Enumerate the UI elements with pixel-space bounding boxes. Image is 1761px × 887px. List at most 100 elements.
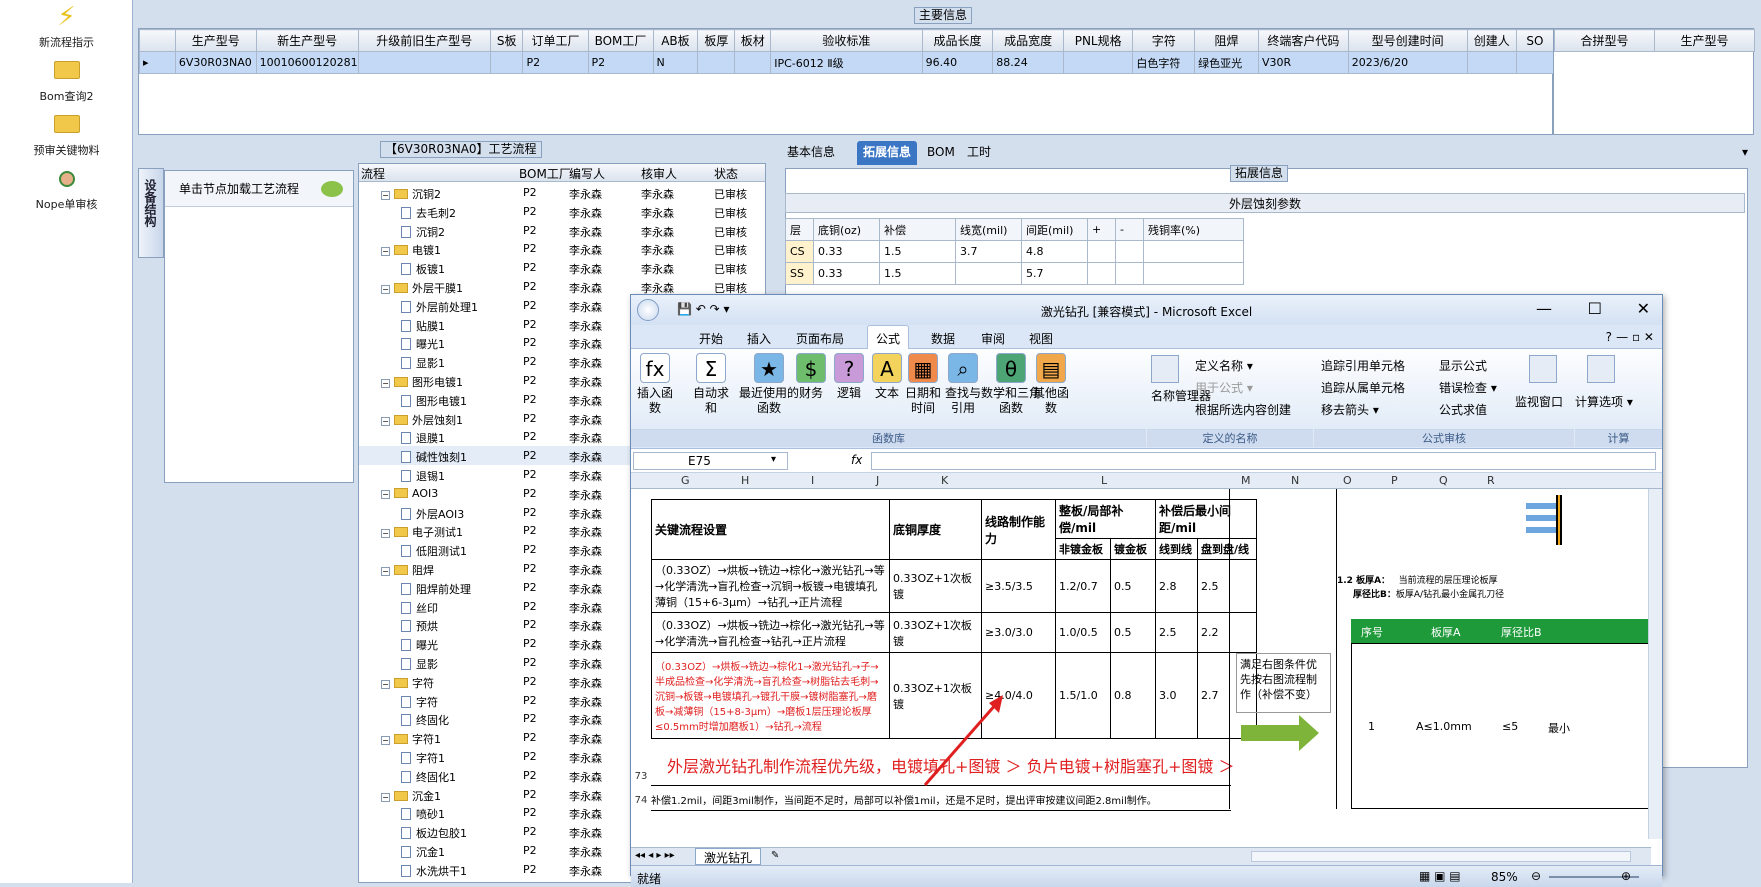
main-col-header[interactable]: 板厚 — [697, 29, 736, 52]
gold-cell[interactable]: 0.8 — [1110, 652, 1156, 739]
tree-node[interactable]: 曝光 — [401, 637, 438, 653]
trace-dependents-button[interactable]: 追踪从属单元格 — [1321, 379, 1405, 396]
tree-node[interactable]: − 外层干膜1 — [381, 280, 463, 296]
tree-node[interactable]: 预烘 — [401, 618, 438, 634]
main-cell[interactable]: P2 — [522, 51, 589, 74]
calc-options-icon[interactable] — [1587, 355, 1615, 383]
etch-cell[interactable]: 1.5 — [879, 240, 956, 263]
watch-window-button[interactable]: 监视窗口 — [1515, 393, 1563, 410]
close-icon[interactable]: ✕ — [1637, 299, 1650, 318]
zoom-level[interactable]: 85% — [1491, 870, 1518, 884]
device-structure-tab[interactable]: 设备结构 — [138, 168, 164, 258]
sidebar-item-new-flow[interactable]: ⚡ 新流程指示 — [0, 2, 133, 50]
tree-node[interactable]: − 沉金1 — [381, 788, 441, 804]
etch-col-header[interactable]: 层 — [785, 218, 814, 241]
column-header[interactable]: O — [1343, 474, 1352, 487]
column-header[interactable]: I — [811, 474, 814, 487]
side-note[interactable]: 满足右图条件优先按右图流程制作（补偿不变） — [1236, 653, 1331, 713]
collapse-icon[interactable]: − — [381, 285, 390, 294]
load-flow-header[interactable]: 单击节点加载工艺流程 — [165, 171, 353, 207]
tree-row[interactable]: 沉铜2 P2 李永森 李永森 已审核 — [359, 221, 765, 240]
name-box[interactable]: E75 — [633, 452, 788, 470]
tree-node[interactable]: − 外层蚀刻1 — [381, 412, 463, 428]
ribbon-button[interactable]: ▦ 日期和时间 — [901, 353, 945, 416]
main-cell[interactable] — [734, 51, 772, 74]
tree-node[interactable]: 显影1 — [401, 355, 445, 371]
column-header[interactable]: P — [1391, 474, 1398, 487]
etch-cell[interactable]: 0.33 — [813, 240, 880, 263]
right-cell-thickness[interactable]: A≤1.0mm — [1416, 720, 1472, 733]
capability-cell[interactable]: ≥3.0/3.0 — [981, 612, 1056, 653]
main-col-header[interactable]: 创建人 — [1466, 29, 1517, 52]
tree-node[interactable]: − 字符 — [381, 675, 434, 691]
tree-node[interactable]: 字符 — [401, 694, 438, 710]
etch-col-header[interactable]: - — [1115, 218, 1144, 241]
col-header-reviewer[interactable]: 核审人 — [641, 165, 677, 182]
minimize-icon[interactable]: — — [1536, 299, 1552, 318]
main-col-header[interactable]: 阻焊 — [1194, 29, 1259, 52]
use-in-formula-button[interactable]: 用于公式 ▾ — [1195, 379, 1253, 396]
tree-node[interactable]: 喷砂1 — [401, 806, 445, 822]
sidebar-item-nope-review[interactable]: Nope单审核 — [0, 164, 133, 212]
etch-col-header[interactable]: 间距(mil) — [1021, 218, 1088, 241]
capability-cell[interactable]: ≥3.5/3.5 — [981, 559, 1056, 613]
main-cell[interactable]: 绿色亚光 — [1194, 51, 1259, 74]
tree-node[interactable]: 退膜1 — [401, 430, 445, 446]
sidebar-item-bom-query[interactable]: Bom查询2 — [0, 56, 133, 104]
main-col-header[interactable]: SO — [1515, 29, 1555, 52]
ribbon-button[interactable]: ▤ 其他函数 — [1029, 353, 1073, 416]
tab-work-hours[interactable]: 工时 — [961, 141, 997, 165]
flow-cell[interactable]: （0.33OZ）→烘板→铣边→棕化→激光钻孔→等→化学清洗→盲孔检查→沉铜→板镀… — [651, 559, 890, 613]
tree-node[interactable]: − AOI3 — [381, 487, 438, 500]
tree-node[interactable]: − 电子测试1 — [381, 524, 463, 540]
main-cell[interactable]: P2 — [587, 51, 654, 74]
main-col-header[interactable]: S板 — [489, 29, 524, 52]
main-cell[interactable]: 88.24 — [992, 51, 1064, 74]
collapse-icon[interactable]: − — [381, 416, 390, 426]
main-cell[interactable]: IPC-6012 Ⅱ级 — [770, 51, 923, 74]
tree-row[interactable]: − 沉铜2 P2 李永森 李永森 已审核 — [359, 183, 765, 202]
main-col-header[interactable]: 新生产型号 — [255, 29, 359, 52]
main-col-header[interactable]: 成品长度 — [921, 29, 994, 52]
etch-cell[interactable]: SS — [785, 262, 814, 285]
main-cell[interactable]: 2023/6/20 — [1347, 51, 1468, 74]
ribbon-tab-insert[interactable]: 插入 — [747, 330, 771, 347]
ribbon-button[interactable]: fx 插入函数 — [633, 353, 677, 416]
line-to-line-cell[interactable]: 3.0 — [1155, 652, 1198, 739]
main-col-header[interactable]: PNL规格 — [1062, 29, 1134, 52]
non-gold-cell[interactable]: 1.0/0.5 — [1055, 612, 1111, 653]
main-col-header[interactable]: 成品宽度 — [992, 29, 1064, 52]
main-col-header[interactable]: 型号创建时间 — [1347, 29, 1468, 52]
etch-cell[interactable]: 4.8 — [1021, 240, 1088, 263]
main-col-header[interactable]: 板材 — [734, 29, 772, 52]
etch-cell[interactable]: CS — [785, 240, 814, 263]
pad-to-pad-cell[interactable]: 2.2 — [1197, 612, 1257, 653]
pad-to-pad-cell[interactable]: 2.5 — [1197, 559, 1257, 613]
column-header[interactable]: R — [1487, 474, 1495, 487]
collapse-icon[interactable]: − — [381, 247, 390, 257]
vertical-scrollbar[interactable] — [1648, 489, 1662, 839]
ribbon-tab-formulas[interactable]: 公式 — [867, 325, 910, 350]
etch-col-header[interactable]: 残铜率(%) — [1143, 218, 1244, 241]
main-cell[interactable] — [357, 51, 491, 74]
collapse-icon[interactable]: − — [381, 679, 390, 689]
collapse-icon[interactable]: − — [381, 489, 390, 499]
collapse-icon[interactable]: − — [381, 191, 390, 200]
main-col-header[interactable]: 终端客户代码 — [1258, 29, 1349, 52]
trace-precedents-button[interactable]: 追踪引用单元格 — [1321, 357, 1405, 374]
tree-row[interactable]: − 电镀1 P2 李永森 李永森 已审核 — [359, 239, 765, 258]
col-header-writer[interactable]: 编写人 — [569, 165, 605, 182]
right-cell-ratio[interactable]: ≤5 — [1502, 720, 1518, 733]
column-header[interactable]: L — [1101, 474, 1107, 487]
tree-node[interactable]: 终固化 — [401, 712, 449, 728]
name-manager-icon[interactable] — [1151, 355, 1179, 383]
etch-cell[interactable]: 1.5 — [879, 262, 956, 285]
collapse-icon[interactable]: − — [381, 529, 390, 539]
tree-node[interactable]: 沉金1 — [401, 844, 445, 860]
create-from-selection-button[interactable]: 根据所选内容创建 — [1195, 401, 1291, 418]
main-col-header[interactable]: 升级前旧生产型号 — [357, 29, 491, 52]
tree-node[interactable]: − 字符1 — [381, 731, 441, 747]
main-cell[interactable]: V30R — [1258, 51, 1349, 74]
main-cell[interactable]: N — [652, 51, 699, 74]
tree-node[interactable]: 水洗烘干1 — [401, 863, 467, 879]
